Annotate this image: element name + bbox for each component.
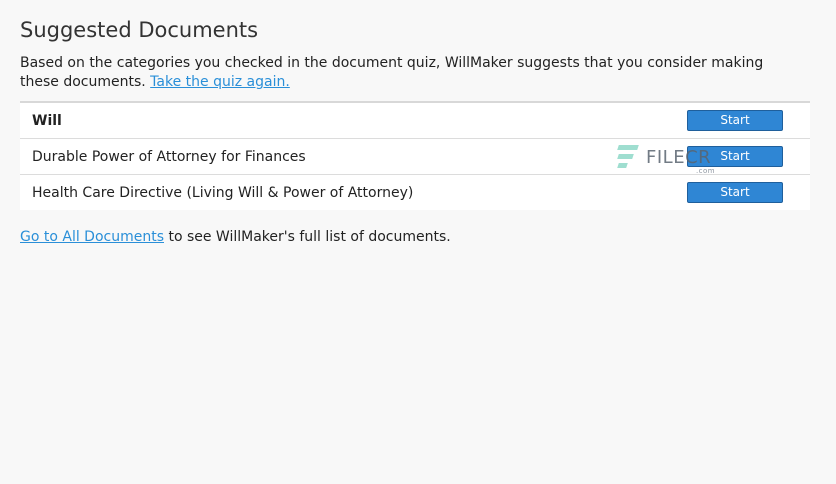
watermark-suffix: .com bbox=[695, 166, 716, 175]
intro-text: Based on the categories you checked in t… bbox=[20, 55, 764, 90]
start-will-button[interactable]: Start bbox=[687, 110, 783, 131]
document-name: Will bbox=[32, 112, 62, 129]
page-title: Suggested Documents bbox=[20, 18, 259, 42]
document-row-health-care-directive: Health Care Directive (Living Will & Pow… bbox=[20, 175, 810, 210]
start-health-care-directive-button[interactable]: Start bbox=[687, 182, 783, 203]
document-row-will: Will Start bbox=[20, 103, 810, 139]
watermark-brand-text: FILECR bbox=[646, 146, 712, 168]
go-to-all-documents-link[interactable]: Go to All Documents bbox=[20, 229, 164, 245]
filecr-logo-icon bbox=[617, 143, 640, 171]
footer-text: to see WillMaker's full list of document… bbox=[164, 229, 451, 245]
document-name: Health Care Directive (Living Will & Pow… bbox=[32, 184, 414, 201]
watermark-brand: FILECR .com bbox=[646, 146, 715, 175]
intro-paragraph: Based on the categories you checked in t… bbox=[20, 54, 800, 92]
all-documents-line: Go to All Documents to see WillMaker's f… bbox=[20, 229, 451, 245]
document-name: Durable Power of Attorney for Finances bbox=[32, 148, 306, 165]
take-quiz-again-link[interactable]: Take the quiz again. bbox=[150, 74, 290, 90]
filecr-watermark: FILECR .com bbox=[617, 142, 715, 175]
